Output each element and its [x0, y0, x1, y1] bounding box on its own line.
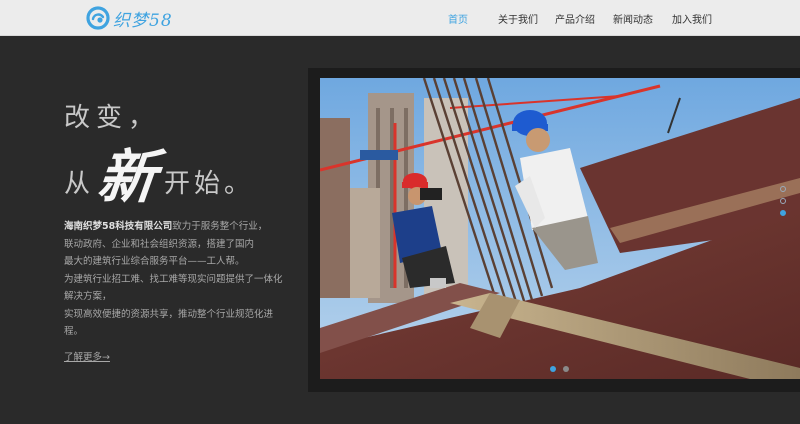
construction-photo — [320, 78, 800, 379]
headline-line-2: 从 新 开始。 — [64, 142, 296, 212]
nav-news[interactable]: 新闻动态 — [613, 11, 653, 26]
desc-line: 最大的建筑行业综合服务平台——工人帮。 — [64, 256, 245, 267]
nav-products[interactable]: 产品介绍 — [555, 11, 595, 26]
desc-line: 海南织梦58科技有限公司致力于服务整个行业， — [64, 218, 296, 236]
desc-text: 致力于服务整个行业， — [172, 221, 268, 232]
slider-horizontal-dot-2[interactable] — [563, 366, 569, 372]
desc-line: 解决方案， — [64, 291, 112, 302]
hero-intro: 改变， 从 新 开始。 海南织梦58科技有限公司致力于服务整个行业， 联动政府、… — [64, 100, 296, 341]
desc-line: 程。 — [64, 326, 84, 337]
nav-about[interactable]: 关于我们 — [498, 11, 538, 26]
slider-vertical-dot-3[interactable] — [780, 210, 786, 216]
nav-home[interactable]: 首页 — [448, 11, 468, 26]
site-logo[interactable]: 织梦58 — [86, 6, 173, 31]
nav-join[interactable]: 加入我们 — [672, 11, 712, 26]
logo-icon — [86, 6, 110, 30]
slider-vertical-dot-1[interactable] — [780, 186, 786, 192]
desc-line: 为建筑行业招工难、找工难等现实问题提供了一体化 — [64, 273, 283, 285]
top-header: 织梦58 首页 关于我们 产品介绍 新闻动态 加入我们 — [0, 0, 800, 36]
slider-vertical-dot-2[interactable] — [780, 198, 786, 204]
slider-image[interactable] — [320, 78, 800, 379]
learn-more-link[interactable]: 了解更多→ — [64, 349, 110, 363]
logo-text: 织梦58 — [113, 10, 173, 31]
headline-line-1: 改变， — [64, 103, 161, 133]
desc-line: 实现高效便捷的资源共享，推动整个行业规范化进 — [64, 308, 274, 320]
headline-post: 开始。 — [164, 169, 255, 199]
slider-horizontal-dot-1[interactable] — [550, 366, 556, 372]
company-name: 海南织梦58科技有限公司 — [64, 221, 173, 232]
headline-pre: 从 — [64, 169, 95, 199]
company-description: 海南织梦58科技有限公司致力于服务整个行业， 联动政府、企业和社会组织资源，搭建… — [64, 218, 296, 341]
desc-line: 联动政府、企业和社会组织资源，搭建了国内 — [64, 238, 255, 250]
headline-big-char: 新 — [94, 143, 160, 211]
